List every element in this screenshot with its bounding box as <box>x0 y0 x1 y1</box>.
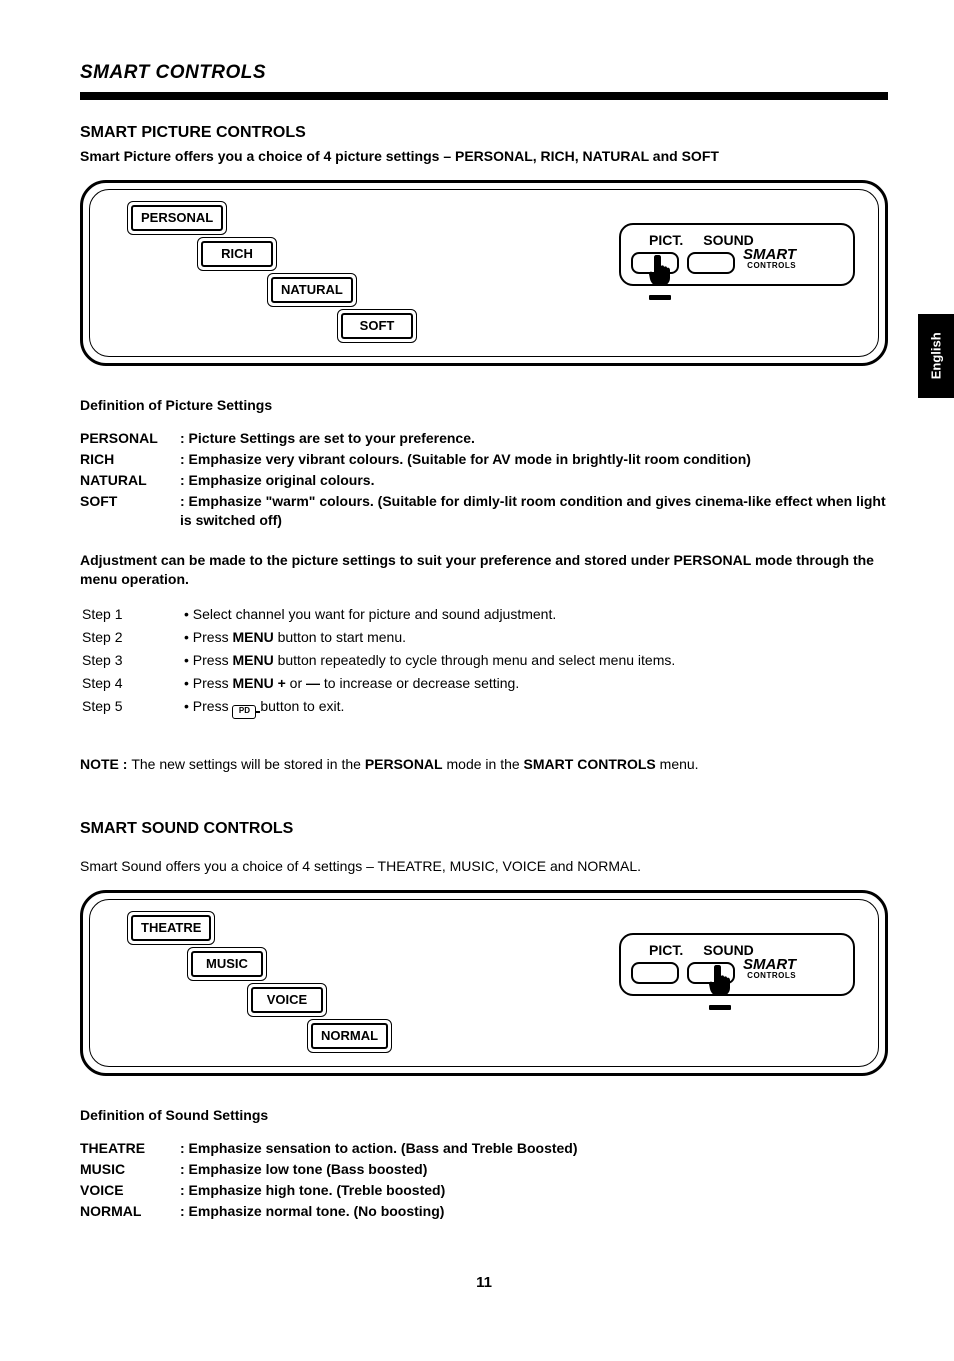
title-rule <box>80 92 888 100</box>
def-row: NORMAL: Emphasize normal tone. (No boost… <box>80 1202 888 1223</box>
step-text: • Press MENU + or — to increase or decre… <box>184 674 675 695</box>
option-label: NORMAL <box>311 1023 388 1049</box>
option-natural: NATURAL <box>267 273 357 307</box>
smart-controls-small: CONTROLS <box>743 972 796 980</box>
hand-pointer-icon <box>645 253 675 303</box>
page-number: 11 <box>80 1273 888 1293</box>
def-term: PERSONAL <box>80 429 180 450</box>
exit-button-icon: PD <box>232 705 256 719</box>
step-text: • Select channel you want for picture an… <box>184 605 675 626</box>
hand-pointer-icon <box>705 963 735 1013</box>
def-term: NORMAL <box>80 1202 180 1223</box>
note: NOTE : The new settings will be stored i… <box>80 755 888 774</box>
sound-section-title: SMART SOUND CONTROLS <box>80 818 888 840</box>
def-term: VOICE <box>80 1181 180 1202</box>
smart-controls-small: CONTROLS <box>743 262 796 270</box>
step-text: • Press MENU button to start menu. <box>184 628 675 649</box>
option-label: MUSIC <box>191 951 263 977</box>
panel-pict-label: PICT. <box>649 941 683 960</box>
steps-table: Step 1• Select channel you want for pict… <box>80 603 677 723</box>
def-term: MUSIC <box>80 1160 180 1181</box>
step-row: Step 1• Select channel you want for pict… <box>82 605 675 626</box>
def-desc: : Picture Settings are set to your prefe… <box>180 429 888 450</box>
def-desc: : Emphasize high tone. (Treble boosted) <box>180 1181 888 1202</box>
step-label: Step 5 <box>82 697 182 721</box>
picture-diagram: PERSONAL RICH NATURAL SOFT PICT. SOUND S… <box>80 180 888 366</box>
sound-panel: PICT. SOUND SMART CONTROLS <box>619 933 855 996</box>
step-text: • Press MENU button repeatedly to cycle … <box>184 651 675 672</box>
picture-def-table: PERSONAL: Picture Settings are set to yo… <box>80 429 888 531</box>
pict-button-icon <box>631 962 679 984</box>
def-desc: : Emphasize original colours. <box>180 471 888 492</box>
picture-def-heading: Definition of Picture Settings <box>80 396 888 415</box>
step-text: • Press PD button to exit. <box>184 697 675 721</box>
smart-label: SMART CONTROLS <box>743 958 796 980</box>
panel-pict-label: PICT. <box>649 231 683 250</box>
step-row: Step 4• Press MENU + or — to increase or… <box>82 674 675 695</box>
option-normal: NORMAL <box>307 1019 392 1053</box>
option-label: VOICE <box>251 987 323 1013</box>
def-row: VOICE: Emphasize high tone. (Treble boos… <box>80 1181 888 1202</box>
sound-def-table: THEATRE: Emphasize sensation to action. … <box>80 1139 888 1223</box>
def-row: SOFT: Emphasize "warm" colours. (Suitabl… <box>80 492 888 532</box>
option-label: RICH <box>201 241 273 267</box>
def-row: PERSONAL: Picture Settings are set to yo… <box>80 429 888 450</box>
def-row: NATURAL: Emphasize original colours. <box>80 471 888 492</box>
option-label: PERSONAL <box>131 205 223 231</box>
def-desc: : Emphasize low tone (Bass boosted) <box>180 1160 888 1181</box>
smart-brand: SMART <box>743 958 796 972</box>
smart-label: SMART CONTROLS <box>743 248 796 270</box>
def-row: THEATRE: Emphasize sensation to action. … <box>80 1139 888 1160</box>
option-theatre: THEATRE <box>127 911 215 945</box>
step-row: Step 5• Press PD button to exit. <box>82 697 675 721</box>
def-row: RICH: Emphasize very vibrant colours. (S… <box>80 450 888 471</box>
option-soft: SOFT <box>337 309 417 343</box>
def-term: THEATRE <box>80 1139 180 1160</box>
option-personal: PERSONAL <box>127 201 227 235</box>
sound-intro: Smart Sound offers you a choice of 4 set… <box>80 857 888 876</box>
language-tab-label: English <box>927 333 945 380</box>
adjust-paragraph: Adjustment can be made to the picture se… <box>80 551 888 589</box>
step-label: Step 2 <box>82 628 182 649</box>
def-desc: : Emphasize "warm" colours. (Suitable fo… <box>180 492 888 532</box>
sound-diagram: THEATRE MUSIC VOICE NORMAL PICT. SOUND S… <box>80 890 888 1076</box>
step-row: Step 3• Press MENU button repeatedly to … <box>82 651 675 672</box>
picture-intro: Smart Picture offers you a choice of 4 p… <box>80 147 888 166</box>
step-label: Step 3 <box>82 651 182 672</box>
option-label: THEATRE <box>131 915 211 941</box>
def-term: SOFT <box>80 492 180 532</box>
step-label: Step 1 <box>82 605 182 626</box>
def-desc: : Emphasize normal tone. (No boosting) <box>180 1202 888 1223</box>
def-row: MUSIC: Emphasize low tone (Bass boosted) <box>80 1160 888 1181</box>
option-label: SOFT <box>341 313 413 339</box>
page-title: SMART CONTROLS <box>80 60 888 86</box>
option-voice: VOICE <box>247 983 327 1017</box>
picture-section-title: SMART PICTURE CONTROLS <box>80 122 888 144</box>
step-row: Step 2• Press MENU button to start menu. <box>82 628 675 649</box>
sound-button-icon <box>687 252 735 274</box>
step-label: Step 4 <box>82 674 182 695</box>
option-music: MUSIC <box>187 947 267 981</box>
def-term: RICH <box>80 450 180 471</box>
picture-panel: PICT. SOUND SMART CONTROLS <box>619 223 855 286</box>
smart-brand: SMART <box>743 248 796 262</box>
language-tab: English <box>918 314 954 398</box>
def-desc: : Emphasize sensation to action. (Bass a… <box>180 1139 888 1160</box>
option-rich: RICH <box>197 237 277 271</box>
option-label: NATURAL <box>271 277 353 303</box>
def-desc: : Emphasize very vibrant colours. (Suita… <box>180 450 888 471</box>
def-term: NATURAL <box>80 471 180 492</box>
sound-def-heading: Definition of Sound Settings <box>80 1106 888 1125</box>
